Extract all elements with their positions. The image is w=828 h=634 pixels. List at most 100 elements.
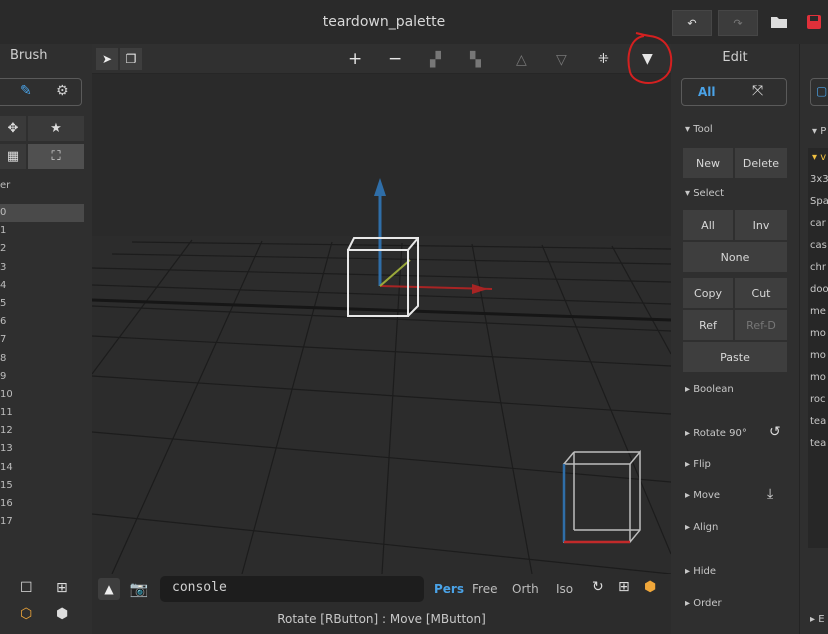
section-boolean[interactable]: ▸ Boolean <box>685 384 734 395</box>
cut-button[interactable]: Cut <box>735 278 787 308</box>
save-icon[interactable] <box>806 14 822 34</box>
section-move[interactable]: ▸ Move <box>685 490 720 501</box>
camera-button[interactable]: 📷 <box>128 578 150 600</box>
collapse-icon[interactable]: ⁜ <box>598 52 609 67</box>
layer-item[interactable]: 11 <box>0 404 84 422</box>
star-icon[interactable]: ★ <box>28 116 84 141</box>
shift-up-icon[interactable]: ▞ <box>430 52 441 68</box>
triangle-up-icon[interactable]: △ <box>516 52 527 68</box>
minus-icon[interactable]: − <box>388 49 402 69</box>
folder-icon[interactable] <box>770 14 788 33</box>
scene-canvas[interactable] <box>92 74 671 574</box>
layer-item[interactable]: 3 <box>0 259 84 277</box>
rotate-icon[interactable]: ↺ <box>769 424 781 440</box>
triangle-down-icon[interactable]: ▽ <box>556 52 567 68</box>
layer-item[interactable]: 13 <box>0 440 84 458</box>
expand-icon[interactable]: ⤧ <box>752 83 763 99</box>
square-outline-icon[interactable]: ☐ <box>20 580 33 596</box>
palette-item[interactable]: car <box>810 218 826 229</box>
section-hide[interactable]: ▸ Hide <box>685 566 716 577</box>
palette-header[interactable]: ▾ P <box>812 126 826 137</box>
section-order[interactable]: ▸ Order <box>685 598 722 609</box>
copy-icon: ❐ <box>125 52 137 66</box>
layer-item[interactable]: 4 <box>0 277 84 295</box>
cube-icon[interactable]: ⬢ <box>644 579 656 595</box>
palette-item[interactable]: mo <box>810 372 826 383</box>
layer-item[interactable]: 0 <box>0 204 84 223</box>
palette-item[interactable]: roc <box>810 394 826 405</box>
projection-iso[interactable]: Iso <box>556 582 573 596</box>
paste-button[interactable]: Paste <box>683 342 787 372</box>
edit-panel-title: Edit <box>722 50 748 65</box>
section-select[interactable]: ▾ Select <box>685 188 724 199</box>
new-button[interactable]: New <box>683 148 733 178</box>
ref-button[interactable]: Ref <box>683 310 733 340</box>
palette-tab[interactable]: ▢ <box>810 78 828 106</box>
copy-tool-button[interactable]: ❐ <box>120 48 142 70</box>
plus-icon[interactable]: + <box>348 49 362 69</box>
delete-button[interactable]: Delete <box>735 148 787 178</box>
palette-item[interactable]: me <box>810 306 826 317</box>
move-down-icon[interactable]: ⤓ <box>767 486 773 502</box>
ref-d-button[interactable]: Ref-D <box>735 310 787 340</box>
gear-icon[interactable]: ⚙ <box>56 83 69 99</box>
paint-brush-icon[interactable]: ✎ <box>20 83 32 99</box>
select-none-button[interactable]: None <box>683 242 787 272</box>
section-tool[interactable]: ▾ Tool <box>685 124 713 135</box>
layer-item[interactable]: 6 <box>0 313 84 331</box>
layer-item[interactable]: 5 <box>0 295 84 313</box>
palette-group[interactable]: ▾ v <box>812 152 826 163</box>
3d-viewport[interactable]: ➤ ❐ + − ▞ ▚ △ ▽ ⁜ ▼ ▲ 📷 console Pers Fre… <box>92 44 671 634</box>
palette-item[interactable]: mo <box>810 328 826 339</box>
palette-item[interactable]: doo <box>810 284 828 295</box>
layer-item[interactable]: 14 <box>0 459 84 477</box>
projection-orth[interactable]: Orth <box>512 582 539 596</box>
layer-item[interactable]: 8 <box>0 350 84 368</box>
edit-filter-selector: All ⤧ <box>681 78 787 106</box>
dropdown-triangle-icon[interactable]: ▼ <box>642 51 653 67</box>
layer-item[interactable]: 1 <box>0 222 84 240</box>
section-rotate[interactable]: ▸ Rotate 90° <box>685 428 747 439</box>
palette-item[interactable]: tea <box>810 438 826 449</box>
console-input[interactable]: console <box>160 576 424 602</box>
palette-item[interactable]: tea <box>810 416 826 427</box>
cube-outline-icon[interactable]: ⬡ <box>20 606 32 622</box>
projection-free[interactable]: Free <box>472 582 497 596</box>
section-flip[interactable]: ▸ Flip <box>685 459 711 470</box>
layer-item[interactable]: 10 <box>0 386 84 404</box>
palette-item[interactable]: chr <box>810 262 826 273</box>
move-cross-icon[interactable]: ✥ <box>0 116 26 141</box>
layer-item[interactable]: 9 <box>0 368 84 386</box>
layer-item[interactable]: 15 <box>0 477 84 495</box>
triangle-up-icon: ▲ <box>104 582 114 596</box>
filter-all[interactable]: All <box>698 85 716 99</box>
cube-solid-icon[interactable]: ⬢ <box>56 606 68 622</box>
palette-item[interactable]: 3x3 <box>810 174 828 185</box>
brush-shape-row-2: ▦ ⛶ <box>0 144 84 169</box>
shift-down-icon[interactable]: ▚ <box>470 52 481 68</box>
palette-item[interactable]: Spa <box>810 196 828 207</box>
pointer-tool-button[interactable]: ➤ <box>96 48 118 70</box>
palette-item[interactable]: mo <box>810 350 826 361</box>
select-all-button[interactable]: All <box>683 210 733 240</box>
grid-square-icon[interactable]: ⊞ <box>56 580 68 596</box>
palette-item[interactable]: cas <box>810 240 827 251</box>
select-inv-button[interactable]: Inv <box>735 210 787 240</box>
reset-view-icon[interactable]: ↻ <box>592 579 604 595</box>
grid-icon[interactable]: ▦ <box>0 144 26 169</box>
redo-button[interactable]: ↷ <box>718 10 758 36</box>
select-frame-icon[interactable]: ⛶ <box>28 144 84 169</box>
layer-item[interactable]: 12 <box>0 422 84 440</box>
layer-item[interactable]: 7 <box>0 331 84 349</box>
undo-button[interactable]: ↶ <box>672 10 712 36</box>
palette-footer[interactable]: ▸ E <box>810 614 825 625</box>
frame-icon[interactable]: ⊞ <box>618 579 630 595</box>
projection-pers[interactable]: Pers <box>434 582 464 596</box>
expand-up-button[interactable]: ▲ <box>98 578 120 600</box>
palette-icon: ▢ <box>816 84 828 98</box>
section-align[interactable]: ▸ Align <box>685 522 718 533</box>
layer-item[interactable]: 2 <box>0 240 84 258</box>
layer-item[interactable]: 16 <box>0 495 84 513</box>
copy-button[interactable]: Copy <box>683 278 733 308</box>
layer-item[interactable]: 17 <box>0 513 84 531</box>
